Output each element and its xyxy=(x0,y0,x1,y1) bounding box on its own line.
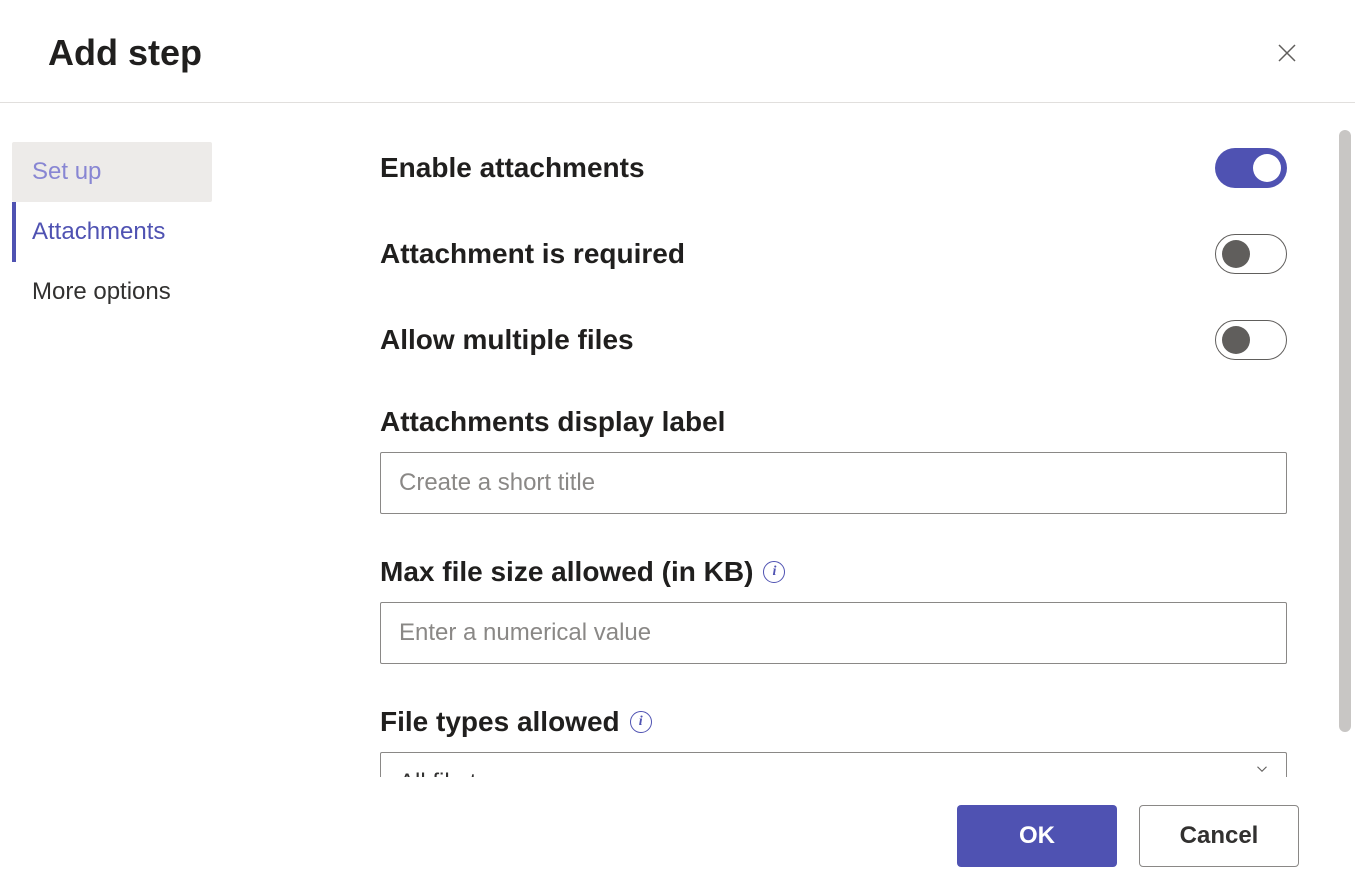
attachment-required-toggle[interactable] xyxy=(1215,234,1287,274)
file-types-group: File types allowed i All file types xyxy=(380,706,1287,785)
allow-multiple-label: Allow multiple files xyxy=(380,324,634,356)
attachment-required-label: Attachment is required xyxy=(380,238,685,270)
cancel-button[interactable]: Cancel xyxy=(1139,805,1299,867)
sidebar-item-more-options[interactable]: More options xyxy=(12,262,280,322)
toggle-knob xyxy=(1253,154,1281,182)
allow-multiple-row: Allow multiple files xyxy=(380,320,1287,360)
display-label-input[interactable] xyxy=(380,452,1287,514)
file-types-heading: File types allowed i xyxy=(380,706,1287,738)
sidebar: Set up Attachments More options xyxy=(0,112,280,785)
enable-attachments-row: Enable attachments xyxy=(380,148,1287,188)
sidebar-item-label: Attachments xyxy=(32,218,165,245)
toggle-knob xyxy=(1222,326,1250,354)
main-panel: Enable attachments Attachment is require… xyxy=(280,112,1355,785)
dialog-header: Add step xyxy=(0,0,1355,103)
enable-attachments-label: Enable attachments xyxy=(380,152,645,184)
scrollbar[interactable] xyxy=(1339,130,1351,732)
max-size-group: Max file size allowed (in KB) i xyxy=(380,556,1287,664)
sidebar-item-setup[interactable]: Set up xyxy=(12,142,212,202)
display-label-heading: Attachments display label xyxy=(380,406,1287,438)
display-label-group: Attachments display label xyxy=(380,406,1287,514)
close-button[interactable] xyxy=(1267,33,1307,73)
dialog-title: Add step xyxy=(48,32,202,74)
max-size-text: Max file size allowed (in KB) xyxy=(380,556,753,588)
close-icon xyxy=(1275,41,1299,65)
sidebar-item-label: Set up xyxy=(32,158,101,185)
dialog-body: Set up Attachments More options Enable a… xyxy=(0,112,1355,785)
max-size-input[interactable] xyxy=(380,602,1287,664)
allow-multiple-toggle[interactable] xyxy=(1215,320,1287,360)
info-icon[interactable]: i xyxy=(763,561,785,583)
display-label-text: Attachments display label xyxy=(380,406,725,438)
toggle-knob xyxy=(1222,240,1250,268)
max-size-heading: Max file size allowed (in KB) i xyxy=(380,556,1287,588)
sidebar-item-attachments[interactable]: Attachments xyxy=(12,202,280,262)
dialog-footer: OK Cancel xyxy=(0,777,1355,895)
info-icon[interactable]: i xyxy=(630,711,652,733)
enable-attachments-toggle[interactable] xyxy=(1215,148,1287,188)
ok-button[interactable]: OK xyxy=(957,805,1117,867)
sidebar-item-label: More options xyxy=(32,278,171,305)
attachment-required-row: Attachment is required xyxy=(380,234,1287,274)
file-types-text: File types allowed xyxy=(380,706,620,738)
